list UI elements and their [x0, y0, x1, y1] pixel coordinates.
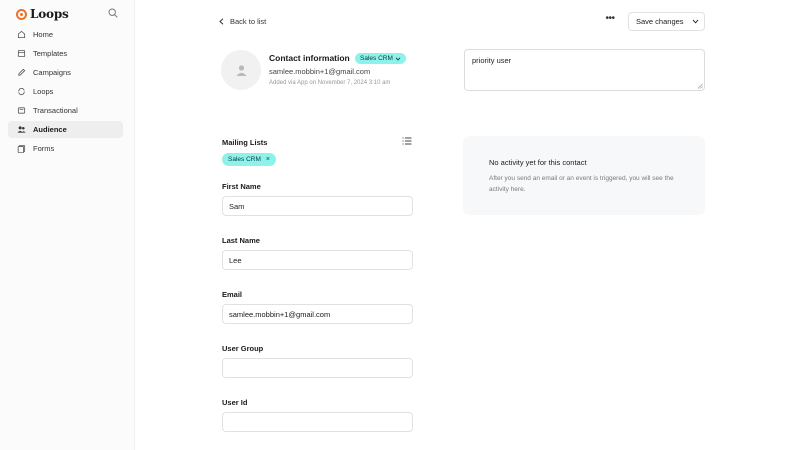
crm-badge[interactable]: Sales CRM — [355, 53, 406, 64]
sidebar-item-transactional[interactable]: Transactional — [8, 102, 123, 119]
home-icon — [17, 30, 26, 39]
brand-name: Loops — [30, 7, 69, 21]
loops-logo-icon — [16, 8, 27, 20]
sidebar-item-label: Transactional — [33, 106, 78, 115]
sidebar-item-label: Home — [33, 30, 54, 39]
save-options-dropdown[interactable] — [686, 13, 704, 30]
transactional-icon — [17, 107, 26, 114]
sidebar-item-audience[interactable]: Audience — [8, 121, 123, 138]
sidebar-item-templates[interactable]: Templates — [8, 45, 123, 62]
save-changes-button[interactable]: Save changes — [628, 12, 705, 31]
chevron-down-icon — [395, 56, 401, 61]
sidebar-item-label: Templates — [33, 49, 68, 58]
activity-empty-description: After you send an email or an event is t… — [489, 175, 674, 193]
sidebar-item-label: Audience — [33, 125, 67, 134]
last-name-label: Last Name — [222, 236, 260, 245]
contact-email: samlee.mobbin+1@gmail.com — [269, 67, 371, 76]
user-placeholder-icon — [236, 64, 246, 76]
loops-icon — [18, 87, 25, 96]
search-icon[interactable] — [108, 8, 118, 18]
mailing-list-tag: Sales CRM × — [222, 153, 276, 166]
sidebar: Loops Home Templates Campaigns Loops Tra… — [0, 0, 135, 450]
forms-icon — [17, 144, 26, 153]
sidebar-item-home[interactable]: Home — [8, 26, 123, 43]
email-input[interactable] — [222, 304, 413, 324]
list-menu-icon[interactable] — [402, 137, 412, 145]
audience-icon — [17, 126, 26, 133]
crm-badge-label: Sales CRM — [360, 55, 393, 62]
resize-handle-icon[interactable] — [697, 83, 703, 89]
notes-textarea[interactable]: priority user — [464, 49, 705, 91]
avatar — [221, 50, 261, 90]
save-changes-label: Save changes — [636, 17, 684, 26]
sidebar-nav: Home Templates Campaigns Loops Transacti… — [8, 26, 123, 159]
sidebar-item-campaigns[interactable]: Campaigns — [8, 64, 123, 81]
sidebar-item-label: Campaigns — [33, 68, 71, 77]
sidebar-item-label: Forms — [33, 144, 55, 153]
activity-empty-title: No activity yet for this contact — [489, 158, 587, 167]
last-name-input[interactable] — [222, 250, 413, 270]
activity-panel: No activity yet for this contact After y… — [463, 136, 705, 215]
contact-title: Contact information — [269, 53, 350, 63]
first-name-input[interactable] — [222, 196, 413, 216]
remove-tag-button[interactable]: × — [266, 156, 270, 163]
user-id-input[interactable] — [222, 412, 413, 432]
sidebar-item-loops[interactable]: Loops — [8, 83, 123, 100]
more-options-button[interactable]: ••• — [601, 14, 619, 28]
contact-added-meta: Added via App on November 7, 2024 3:10 a… — [269, 80, 391, 86]
user-id-label: User Id — [222, 398, 248, 407]
chevron-left-icon — [219, 17, 224, 25]
back-to-list-link[interactable]: Back to list — [219, 15, 266, 27]
first-name-label: First Name — [222, 182, 261, 191]
sidebar-item-label: Loops — [33, 87, 54, 96]
templates-icon — [17, 49, 26, 58]
sidebar-item-forms[interactable]: Forms — [8, 140, 123, 157]
campaigns-icon — [18, 68, 26, 76]
chevron-down-icon — [692, 19, 698, 24]
mailing-list-tag-label: Sales CRM — [228, 156, 261, 163]
mailing-lists-label: Mailing Lists — [222, 138, 268, 147]
user-group-input[interactable] — [222, 358, 413, 378]
brand[interactable]: Loops — [16, 7, 69, 21]
user-group-label: User Group — [222, 344, 264, 353]
email-label: Email — [222, 290, 243, 299]
back-label: Back to list — [230, 16, 267, 26]
